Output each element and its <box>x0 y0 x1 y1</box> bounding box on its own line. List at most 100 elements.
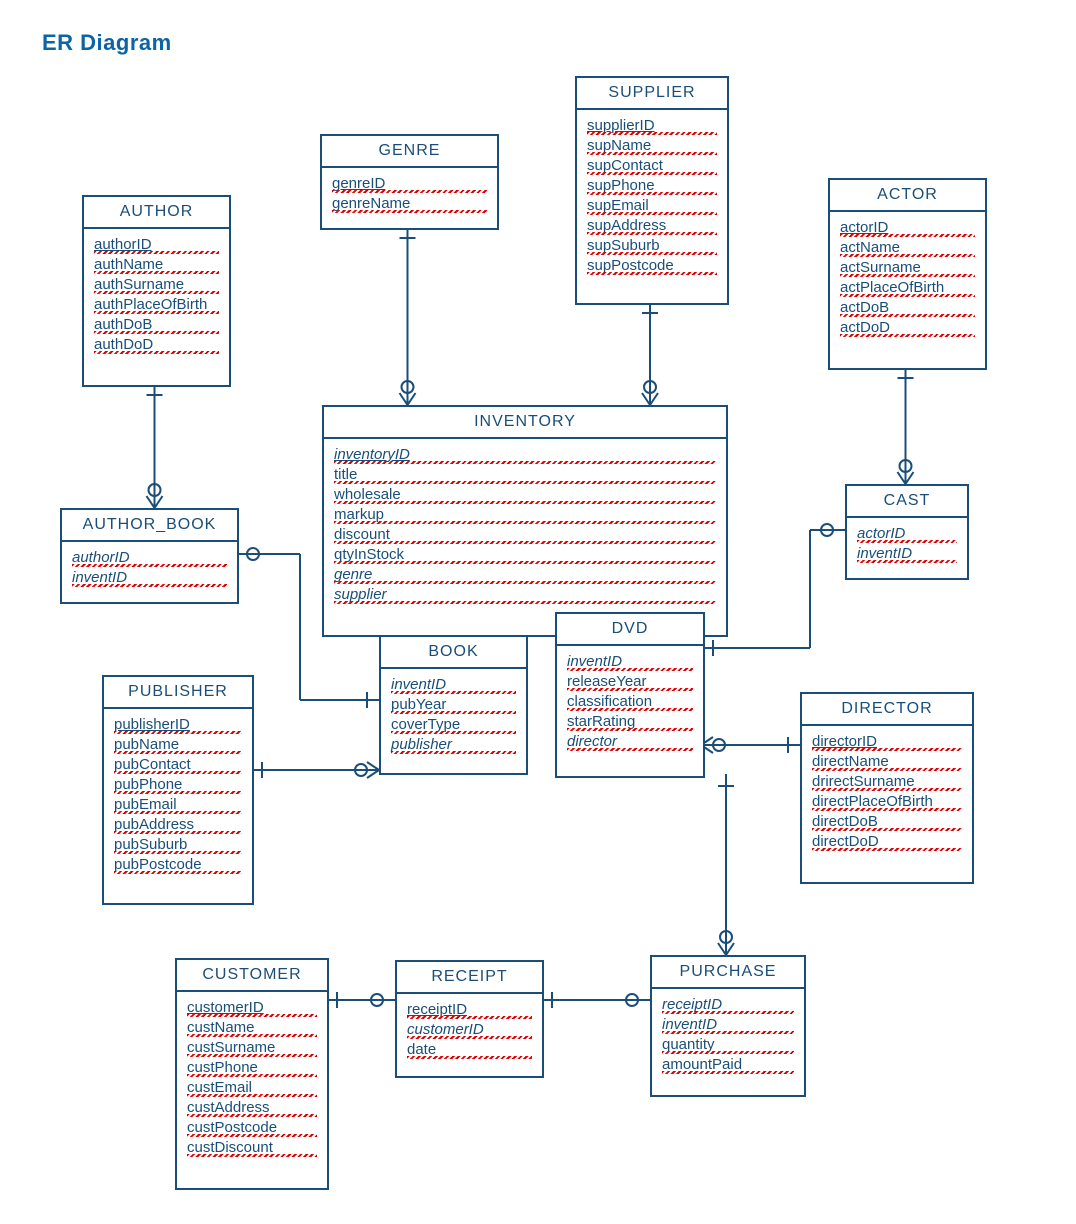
entity-dvd: DVDinventIDreleaseYearclassificationstar… <box>555 612 705 778</box>
entity-title: AUTHOR_BOOK <box>62 510 237 542</box>
attr: supSuburb <box>587 236 717 256</box>
entity-body: receiptIDinventIDquantityamountPaid <box>652 989 804 1083</box>
attr: custSurname <box>187 1038 317 1058</box>
attr: supplier <box>334 585 716 605</box>
entity-body: inventIDpubYearcoverTypepublisher <box>381 669 526 763</box>
entity-body: customerIDcustNamecustSurnamecustPhonecu… <box>177 992 327 1166</box>
entity-author_book: AUTHOR_BOOKauthorIDinventID <box>60 508 239 604</box>
attr: actSurname <box>840 258 975 278</box>
attr: coverType <box>391 715 516 735</box>
attr: discount <box>334 525 716 545</box>
entity-body: receiptIDcustomerIDdate <box>397 994 542 1068</box>
attr: custName <box>187 1018 317 1038</box>
attr: classification <box>567 692 693 712</box>
attr: markup <box>334 505 716 525</box>
attr: custEmail <box>187 1078 317 1098</box>
entity-body: inventIDreleaseYearclassificationstarRat… <box>557 646 703 760</box>
entity-title: GENRE <box>322 136 497 168</box>
attr: supplierID <box>587 116 717 136</box>
attr: pubPostcode <box>114 855 242 875</box>
attr: pubEmail <box>114 795 242 815</box>
entity-body: publisherIDpubNamepubContactpubPhonepubE… <box>104 709 252 883</box>
attr: receiptID <box>407 1000 532 1020</box>
attr: releaseYear <box>567 672 693 692</box>
attr: directDoD <box>812 832 962 852</box>
attr: publisherID <box>114 715 242 735</box>
entity-title: DVD <box>557 614 703 646</box>
entity-actor: ACTORactorIDactNameactSurnameactPlaceOfB… <box>828 178 987 370</box>
entity-title: BOOK <box>381 637 526 669</box>
er-diagram-page: ER Diagram AUTHORauthorIDauthNameauthSur… <box>0 0 1076 1224</box>
attr: pubContact <box>114 755 242 775</box>
attr: amountPaid <box>662 1055 794 1075</box>
entity-inventory: INVENTORYinventoryIDtitlewholesalemarkup… <box>322 405 728 637</box>
attr: director <box>567 732 693 752</box>
attr: pubAddress <box>114 815 242 835</box>
attr: custPhone <box>187 1058 317 1078</box>
entity-customer: CUSTOMERcustomerIDcustNamecustSurnamecus… <box>175 958 329 1190</box>
attr: quantity <box>662 1035 794 1055</box>
entity-body: actorIDactNameactSurnameactPlaceOfBirtha… <box>830 212 985 346</box>
attr: directPlaceOfBirth <box>812 792 962 812</box>
entity-body: actorIDinventID <box>847 518 967 572</box>
attr: custAddress <box>187 1098 317 1118</box>
attr: actPlaceOfBirth <box>840 278 975 298</box>
attr: pubYear <box>391 695 516 715</box>
entity-title: SUPPLIER <box>577 78 727 110</box>
entity-title: AUTHOR <box>84 197 229 229</box>
attr: supAddress <box>587 216 717 236</box>
entity-title: RECEIPT <box>397 962 542 994</box>
entity-receipt: RECEIPTreceiptIDcustomerIDdate <box>395 960 544 1078</box>
attr: genreName <box>332 194 487 214</box>
attr: authDoD <box>94 335 219 355</box>
attr: date <box>407 1040 532 1060</box>
attr: actorID <box>840 218 975 238</box>
attr: genreID <box>332 174 487 194</box>
entity-body: authorIDauthNameauthSurnameauthPlaceOfBi… <box>84 229 229 363</box>
entity-purchase: PURCHASEreceiptIDinventIDquantityamountP… <box>650 955 806 1097</box>
attr: inventID <box>72 568 227 588</box>
entity-body: directorIDdirectNamedrirectSurnamedirect… <box>802 726 972 860</box>
attr: pubName <box>114 735 242 755</box>
attr: receiptID <box>662 995 794 1015</box>
attr: supPhone <box>587 176 717 196</box>
entity-body: supplierIDsupNamesupContactsupPhonesupEm… <box>577 110 727 284</box>
entity-title: ACTOR <box>830 180 985 212</box>
attr: directDoB <box>812 812 962 832</box>
entity-body: authorIDinventID <box>62 542 237 596</box>
attr: title <box>334 465 716 485</box>
attr: authorID <box>94 235 219 255</box>
attr: pubPhone <box>114 775 242 795</box>
attr: supPostcode <box>587 256 717 276</box>
attr: authPlaceOfBirth <box>94 295 219 315</box>
attr: directorID <box>812 732 962 752</box>
attr: drirectSurname <box>812 772 962 792</box>
entity-body: genreIDgenreName <box>322 168 497 222</box>
attr: actDoD <box>840 318 975 338</box>
attr: actName <box>840 238 975 258</box>
entity-genre: GENREgenreIDgenreName <box>320 134 499 230</box>
entity-title: CUSTOMER <box>177 960 327 992</box>
attr: customerID <box>187 998 317 1018</box>
attr: custPostcode <box>187 1118 317 1138</box>
attr: inventoryID <box>334 445 716 465</box>
attr: inventID <box>857 544 957 564</box>
entity-body: inventoryIDtitlewholesalemarkupdiscountq… <box>324 439 726 613</box>
attr: inventID <box>391 675 516 695</box>
attr: actDoB <box>840 298 975 318</box>
entity-cast: CASTactorIDinventID <box>845 484 969 580</box>
attr: pubSuburb <box>114 835 242 855</box>
attr: inventID <box>662 1015 794 1035</box>
entity-author: AUTHORauthorIDauthNameauthSurnameauthPla… <box>82 195 231 387</box>
attr: custDiscount <box>187 1138 317 1158</box>
entity-director: DIRECTORdirectorIDdirectNamedrirectSurna… <box>800 692 974 884</box>
entity-supplier: SUPPLIERsupplierIDsupNamesupContactsupPh… <box>575 76 729 305</box>
entity-title: INVENTORY <box>324 407 726 439</box>
attr: directName <box>812 752 962 772</box>
entity-book: BOOKinventIDpubYearcoverTypepublisher <box>379 635 528 775</box>
attr: supEmail <box>587 196 717 216</box>
attr: customerID <box>407 1020 532 1040</box>
attr: actorID <box>857 524 957 544</box>
attr: supName <box>587 136 717 156</box>
entity-title: PURCHASE <box>652 957 804 989</box>
